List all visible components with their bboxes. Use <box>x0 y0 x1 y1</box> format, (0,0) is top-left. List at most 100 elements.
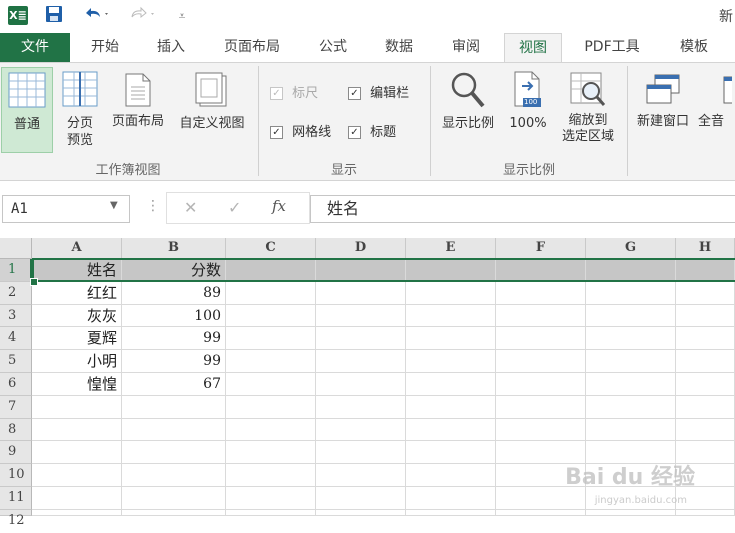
cell-h5[interactable] <box>676 350 735 373</box>
tab-file[interactable]: 文件 <box>0 33 70 62</box>
tab-formulas[interactable]: 公式 <box>308 33 358 62</box>
redo-icon[interactable] <box>128 5 162 27</box>
row-header-2[interactable]: 2 <box>0 281 32 305</box>
gridlines-checkbox-box[interactable]: ✓ <box>270 126 283 139</box>
cell-c11[interactable] <box>226 487 316 510</box>
page-break-preview-button[interactable]: 分页 预览 <box>56 67 104 153</box>
cell-d9[interactable] <box>316 441 406 465</box>
cell-d5[interactable] <box>316 350 406 373</box>
page-layout-view-button[interactable]: 页面布局 <box>106 67 170 153</box>
custom-views-button[interactable]: 自定义视图 <box>172 67 252 153</box>
tab-view[interactable]: 视图 <box>504 33 562 62</box>
cell-a1[interactable]: 姓名 <box>32 259 122 282</box>
cell-h8[interactable] <box>676 418 735 442</box>
cell-c3[interactable] <box>226 304 316 328</box>
cell-b3[interactable]: 100 <box>122 304 226 328</box>
column-header-c[interactable]: C <box>226 238 316 259</box>
headings-checkbox[interactable]: ✓ 标题 <box>348 121 396 140</box>
row-header-1[interactable]: 1 <box>0 259 32 282</box>
cell-d10[interactable] <box>316 464 406 487</box>
cell-c7[interactable] <box>226 395 316 419</box>
tab-review[interactable]: 审阅 <box>441 33 491 62</box>
row-header-9[interactable]: 9 <box>0 441 32 465</box>
cell-a3[interactable]: 灰灰 <box>32 304 122 328</box>
row-header-4[interactable]: 4 <box>0 327 32 351</box>
cell-e5[interactable] <box>406 350 496 373</box>
cell-h7[interactable] <box>676 395 735 419</box>
cell-d12[interactable] <box>316 509 406 516</box>
cell-c4[interactable] <box>226 327 316 351</box>
insert-function-icon[interactable]: fx <box>272 197 286 215</box>
cell-f4[interactable] <box>496 327 586 351</box>
cell-c9[interactable] <box>226 441 316 465</box>
tab-templates[interactable]: 模板 <box>670 33 718 62</box>
gridlines-checkbox[interactable]: ✓ 网格线 <box>270 121 331 140</box>
cell-c1[interactable] <box>226 259 316 282</box>
cell-c2[interactable] <box>226 281 316 305</box>
cell-c12[interactable] <box>226 509 316 516</box>
cell-a6[interactable]: 惶惶 <box>32 373 122 396</box>
cell-h3[interactable] <box>676 304 735 328</box>
cell-h12[interactable] <box>676 509 735 516</box>
row-header-10[interactable]: 10 <box>0 464 32 487</box>
cell-g1[interactable] <box>586 259 676 282</box>
tab-page-layout[interactable]: 页面布局 <box>212 33 292 62</box>
cell-a7[interactable] <box>32 395 122 419</box>
cell-d4[interactable] <box>316 327 406 351</box>
cell-b6[interactable]: 67 <box>122 373 226 396</box>
cell-c10[interactable] <box>226 464 316 487</box>
cell-a2[interactable]: 红红 <box>32 281 122 305</box>
cell-e3[interactable] <box>406 304 496 328</box>
zoom-button[interactable]: 显示比例 <box>434 67 502 153</box>
cell-d2[interactable] <box>316 281 406 305</box>
formula-bar-checkbox[interactable]: ✓ 编辑栏 <box>348 82 409 101</box>
cell-b4[interactable]: 99 <box>122 327 226 351</box>
cell-f7[interactable] <box>496 395 586 419</box>
tab-pdf-tools[interactable]: PDF工具 <box>576 33 648 62</box>
column-header-f[interactable]: F <box>496 238 586 259</box>
cell-a12[interactable] <box>32 509 122 516</box>
cell-d11[interactable] <box>316 487 406 510</box>
cell-a9[interactable] <box>32 441 122 465</box>
cell-b7[interactable] <box>122 395 226 419</box>
cell-e10[interactable] <box>406 464 496 487</box>
cell-f6[interactable] <box>496 373 586 396</box>
cell-e9[interactable] <box>406 441 496 465</box>
cell-b8[interactable] <box>122 418 226 442</box>
normal-view-button[interactable]: 普通 <box>1 67 53 153</box>
enter-icon[interactable]: ✓ <box>228 198 241 217</box>
cell-f1[interactable] <box>496 259 586 282</box>
row-header-12[interactable]: 12 <box>0 509 32 528</box>
column-header-b[interactable]: B <box>122 238 226 259</box>
cell-h4[interactable] <box>676 327 735 351</box>
cell-h1[interactable] <box>676 259 735 282</box>
row-header-8[interactable]: 8 <box>0 418 32 442</box>
fill-handle[interactable] <box>30 277 38 286</box>
cell-d6[interactable] <box>316 373 406 396</box>
column-header-e[interactable]: E <box>406 238 496 259</box>
cell-e4[interactable] <box>406 327 496 351</box>
tab-insert[interactable]: 插入 <box>146 33 196 62</box>
cell-e8[interactable] <box>406 418 496 442</box>
save-icon[interactable] <box>42 5 66 27</box>
name-box-dropdown-icon[interactable]: ▼ <box>110 200 118 211</box>
cell-b2[interactable]: 89 <box>122 281 226 305</box>
cell-h2[interactable] <box>676 281 735 305</box>
cell-a5[interactable]: 小明 <box>32 350 122 373</box>
cell-b1[interactable]: 分数 <box>122 259 226 282</box>
cell-d8[interactable] <box>316 418 406 442</box>
cell-b9[interactable] <box>122 441 226 465</box>
cell-c8[interactable] <box>226 418 316 442</box>
formula-bar-checkbox-box[interactable]: ✓ <box>348 87 361 100</box>
cell-b10[interactable] <box>122 464 226 487</box>
cell-f12[interactable] <box>496 509 586 516</box>
cell-a4[interactable]: 夏辉 <box>32 327 122 351</box>
cell-b5[interactable]: 99 <box>122 350 226 373</box>
cell-a8[interactable] <box>32 418 122 442</box>
cell-c6[interactable] <box>226 373 316 396</box>
cell-e12[interactable] <box>406 509 496 516</box>
cancel-icon[interactable]: ✕ <box>184 198 197 217</box>
undo-icon[interactable] <box>80 5 114 27</box>
row-header-5[interactable]: 5 <box>0 350 32 373</box>
ruler-checkbox-box[interactable]: ✓ <box>270 87 283 100</box>
